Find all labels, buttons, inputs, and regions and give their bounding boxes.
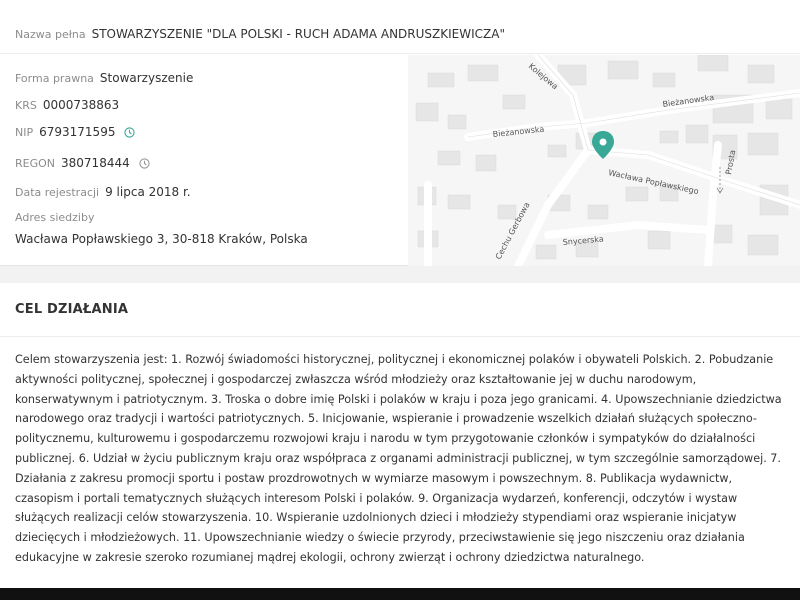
clock-icon[interactable] <box>124 126 136 138</box>
map-canvas[interactable]: Kolejowa Bieżanowska Bieżanowska Wacława… <box>408 55 800 266</box>
goal-section: CEL DZIAŁANIA Celem stowarzyszenia jest:… <box>0 283 800 600</box>
registration-date-value: 9 lipca 2018 r. <box>105 185 191 199</box>
address-value: Wacława Popławskiego 3, 30-818 Kraków, P… <box>15 232 308 246</box>
legal-form-field: Forma prawna Stowarzyszenie <box>15 71 193 85</box>
krs-field: KRS 0000738863 <box>15 98 119 112</box>
company-info-card: Nazwa pełna STOWARZYSZENIE "DLA POLSKI -… <box>0 0 800 266</box>
address-value-field: Wacława Popławskiego 3, 30-818 Kraków, P… <box>15 232 308 246</box>
goal-title: CEL DZIAŁANIA <box>15 302 129 317</box>
goal-description: Celem stowarzyszenia jest: 1. Rozwój świ… <box>15 353 782 564</box>
regon-label: REGON <box>15 156 56 170</box>
registration-date-label: Data rejestracji <box>15 185 100 199</box>
nip-value[interactable]: 6793171595 <box>39 125 115 139</box>
registration-date-field: Data rejestracji 9 lipca 2018 r. <box>15 185 191 199</box>
full-name-value: STOWARZYSZENIE "DLA POLSKI - RUCH ADAMA … <box>91 27 505 41</box>
nip-label: NIP <box>15 125 34 139</box>
regon-value[interactable]: 380718444 <box>61 156 130 170</box>
krs-value[interactable]: 0000738863 <box>43 98 119 112</box>
location-map[interactable]: Kolejowa Bieżanowska Bieżanowska Wacława… <box>408 55 800 266</box>
full-name-row: Nazwa pełna STOWARZYSZENIE "DLA POLSKI -… <box>0 0 800 54</box>
address-label-field: Adres siedziby <box>15 211 100 224</box>
goal-header: CEL DZIAŁANIA <box>0 283 800 337</box>
clock-icon[interactable] <box>139 157 150 169</box>
bottom-bar <box>0 588 800 600</box>
legal-form-label: Forma prawna <box>15 71 94 85</box>
address-label: Adres siedziby <box>15 211 95 224</box>
krs-label: KRS <box>15 98 37 112</box>
full-name-label: Nazwa pełna <box>15 27 86 41</box>
legal-form-value: Stowarzyszenie <box>99 71 194 85</box>
full-name-field: Nazwa pełna STOWARZYSZENIE "DLA POLSKI -… <box>15 27 505 41</box>
regon-field: REGON 380718444 <box>15 156 150 170</box>
nip-field: NIP 6793171595 <box>15 125 136 139</box>
